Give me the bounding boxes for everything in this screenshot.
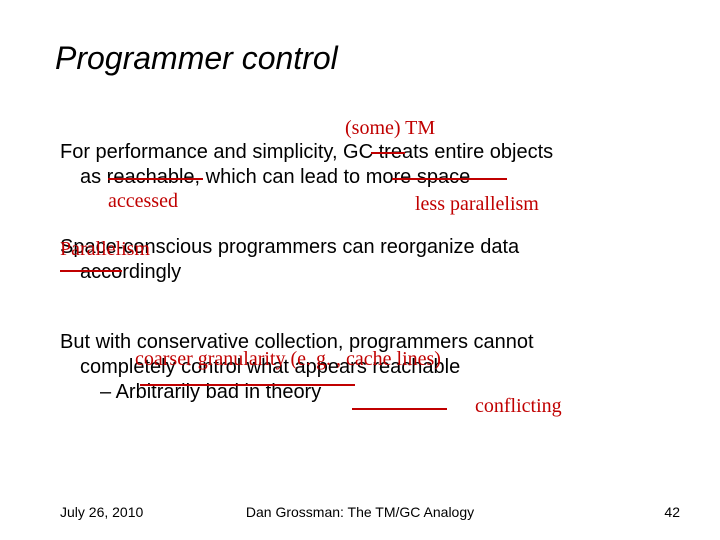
slide-body: For performance and simplicity, GC treat… <box>60 140 670 425</box>
footer-center: Dan Grossman: The TM/GC Analogy <box>0 504 720 520</box>
annotation-some-tm: (some) TM <box>345 117 435 140</box>
paragraph-1: For performance and simplicity, GC treat… <box>60 140 670 190</box>
footer-page: 42 <box>664 504 680 520</box>
p1-line1: For performance and simplicity, GC treat… <box>60 141 553 163</box>
paragraph-2: Space-conscious programmers can reorgani… <box>60 235 670 285</box>
strike-conservative <box>140 384 355 386</box>
strike-more-space <box>392 178 507 180</box>
p1-line2: as reachable, which can lead to more spa… <box>80 166 470 188</box>
slide-title: Programmer control <box>55 40 338 77</box>
annotation-less-parallelism: less parallelism <box>415 193 539 216</box>
annotation-parallelism: Parallelism <box>60 238 150 261</box>
annotation-coarser: coarser granularity (e. g. , cache lines… <box>135 348 441 371</box>
strike-reachable-2 <box>352 408 447 410</box>
annotation-accessed: accessed <box>108 190 178 213</box>
strike-gc <box>371 152 405 154</box>
strike-reachable-1 <box>108 178 203 180</box>
slide: Programmer control For performance and s… <box>0 0 720 540</box>
strike-space <box>60 270 122 272</box>
p2-line2: accordingly <box>80 261 181 283</box>
annotation-conflicting: conflicting <box>475 395 562 418</box>
